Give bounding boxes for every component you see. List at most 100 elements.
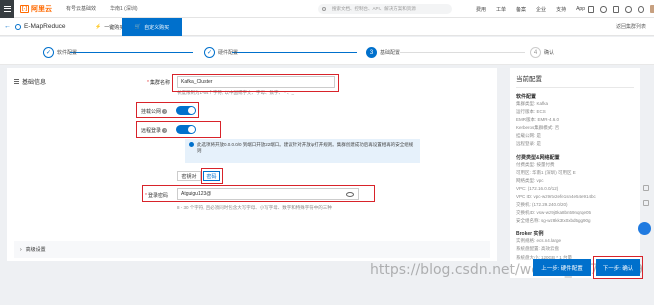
show-password-icon[interactable] [346, 192, 354, 197]
app-header: ← E-MapReduce ⚡ 一键购买 🛒 自定义购买 返回集群列表 [0, 18, 654, 36]
summary-row: 实例规格: ecs.n4.large [516, 238, 562, 244]
help-icon: ? [162, 109, 168, 115]
document-icon[interactable] [643, 200, 649, 206]
advanced-settings-collapse[interactable]: › 高级设置 [14, 241, 490, 258]
password-label: *登录密码 [145, 193, 168, 199]
prev-step-button[interactable]: 上一步: 硬件配置 [533, 259, 591, 276]
step-label: 软件配置 [57, 50, 78, 56]
cluster-name-value: Kafka_Cluster [181, 79, 213, 85]
help-icon: ? [162, 128, 168, 134]
info-icon [189, 142, 194, 147]
emr-gear-icon [15, 23, 21, 30]
search-icon [322, 6, 326, 11]
link-support[interactable]: 支持 [556, 6, 566, 13]
search-placeholder: 搜索文档、控制台、API、解决方案和资源 [332, 6, 416, 11]
password-value: Atguigu123@ [181, 191, 212, 197]
region-menu[interactable]: 华南1 (深圳) [110, 5, 138, 12]
password-hint: 8 - 30 个字符, 且必须同时包含大写字母、小写字母、数字和特殊字符中的三种 [177, 205, 332, 210]
divider [516, 87, 634, 88]
cart-icon: 🛒 [134, 24, 142, 30]
step-basic: 3 基础配置 [366, 47, 400, 58]
app-title: E-MapReduce [24, 23, 66, 30]
section-title: 基础信息 [14, 77, 46, 86]
notification-icon[interactable] [600, 5, 607, 13]
help-icon[interactable] [625, 5, 632, 13]
summary-row: 付费类型: 按量付费 [516, 161, 555, 167]
step-label: 确认 [544, 50, 555, 56]
ssh-login-label: 远程登录 ? [141, 128, 168, 134]
summary-row: Kerberos集群模式: 否 [516, 125, 560, 131]
aliyun-logo[interactable]: [-] 阿里云 [20, 4, 52, 14]
basic-config-form: 基础信息 *集群名称 Kafka_Cluster 长度限制为1-64个字符, 以… [7, 68, 497, 261]
menu-icon[interactable] [0, 0, 14, 18]
step-software: ✓ 软件配置 [43, 47, 77, 58]
summary-row: 系统盘配置: 高效云盘 [516, 246, 559, 252]
summary-row: VPC: (172.16.0.0/12) [516, 185, 559, 191]
step-indicator: ✓ 软件配置 ✓ 硬件配置 3 基础配置 4 确认 [0, 37, 654, 65]
summary-row: 安全组名称: sg-wz8kk3tx0xbd5gg90g [516, 218, 591, 224]
step-done-icon: ✓ [204, 47, 215, 58]
tab-quick-buy[interactable]: ⚡ 一键购买 [95, 18, 124, 36]
workbench-menu[interactable]: 有号云基础效 [66, 5, 96, 12]
ssh-login-toggle[interactable] [176, 125, 196, 134]
cluster-name-hint: 长度限制为1-64个字符, 以中国或字文、字母、数字、 - 、_ [177, 90, 295, 95]
avatar[interactable] [650, 5, 654, 13]
step-label: 基础配置 [380, 50, 401, 56]
step-label: 硬件配置 [218, 50, 239, 56]
step-done-icon: ✓ [43, 47, 54, 58]
list-icon [14, 79, 19, 84]
summary-row: 集群类型: Kafka [516, 101, 549, 106]
link-enterprise[interactable]: 企业 [536, 6, 546, 13]
summary-row: VPC ID: vpc-wz9rtv2efe1sn4e54e914bc [516, 193, 596, 199]
summary-row: 网络类型: vpc [516, 177, 544, 183]
link-app[interactable]: App [576, 6, 585, 12]
link-fees[interactable]: 费用 [476, 6, 486, 13]
software-config-heading: 软件配置 [516, 94, 537, 100]
cart-icon[interactable] [612, 5, 620, 13]
step-number: 4 [530, 47, 541, 58]
step-connector [232, 52, 357, 53]
summary-row: 可用区: 华南1 (深圳) 可用区 E [516, 169, 576, 175]
terminal-icon[interactable] [588, 5, 595, 13]
chat-assistant-icon[interactable] [638, 222, 651, 235]
summary-row: 运行版本: ECS [516, 109, 546, 115]
step-confirm: 4 确认 [530, 47, 554, 58]
step-connector [70, 52, 193, 53]
notice-text: 此选项将开放0.0.0.0/0 到端口开放22端口。建议针对开放ip打开规则。集… [197, 142, 414, 153]
step-hardware: ✓ 硬件配置 [204, 47, 238, 58]
logo-text: 阿里云 [31, 5, 52, 13]
public-network-label: 挂载公网 ? [141, 109, 168, 115]
tab-custom-buy[interactable]: 🛒 自定义购买 [122, 18, 182, 36]
side-toolbar [643, 185, 649, 206]
link-icp[interactable]: 备案 [516, 6, 526, 13]
summary-title: 当前配置 [516, 76, 542, 83]
auth-password-option[interactable]: 密码 [203, 171, 220, 181]
next-step-button[interactable]: 下一步: 确认 [596, 259, 640, 276]
back-arrow-icon[interactable]: ← [4, 23, 11, 30]
broker-instance-heading: Broker 实例 [516, 231, 544, 238]
bolt-icon: ⚡ [95, 24, 102, 30]
step-number: 3 [366, 47, 377, 58]
link-tickets[interactable]: 工单 [496, 6, 506, 13]
password-input[interactable]: Atguigu123@ [177, 188, 359, 200]
feedback-icon[interactable] [643, 185, 649, 191]
summary-row: 挂载公网: 是 [516, 133, 542, 139]
public-network-toggle[interactable] [176, 106, 196, 115]
auth-keypair-option[interactable]: 密钥对 [177, 171, 201, 181]
summary-row: 交换机ID: vsw-wz9j0ka8bn59nqrqe05 [516, 210, 592, 216]
cluster-name-input[interactable]: Kafka_Cluster [177, 76, 335, 88]
summary-row: 远程登录: 是 [516, 141, 542, 147]
summary-row: EMR版本: EMR-4.6.0 [516, 117, 560, 123]
summary-row: 交换机: (172.29.240.0/20) [516, 202, 568, 208]
logo-mark-icon: [-] [20, 4, 29, 13]
language-icon[interactable] [637, 5, 645, 13]
tab-custom-buy-label: 自定义购买 [144, 24, 170, 31]
chevron-right-icon: › [20, 246, 22, 253]
top-navbar: [-] 阿里云 有号云基础效 华南1 (深圳) 搜索文档、控制台、API、解决方… [0, 0, 654, 18]
section-title-text: 基础信息 [22, 80, 47, 86]
advanced-settings-label: 高级设置 [25, 247, 46, 253]
cluster-name-label: *集群名称 [147, 80, 170, 86]
return-to-cluster-list-link[interactable]: 返回集群列表 [616, 23, 646, 30]
hardware-config-heading: 付费类型&网络配置 [516, 154, 560, 161]
global-search[interactable]: 搜索文档、控制台、API、解决方案和资源 [318, 4, 452, 14]
